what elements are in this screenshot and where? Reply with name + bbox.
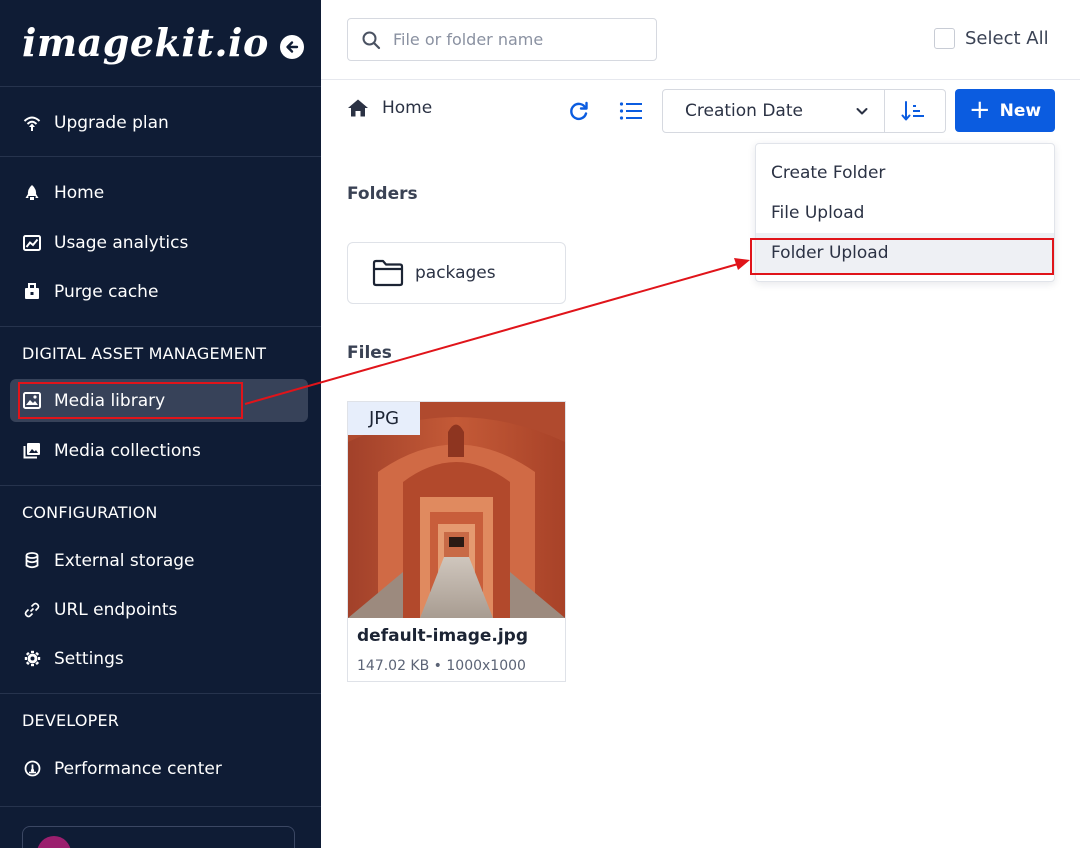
file-name: default-image.jpg xyxy=(357,626,529,646)
sidebar: imagekit.io Upgrade plan Home Usage anal… xyxy=(0,0,321,848)
sidebar-item-label: Home xyxy=(54,182,105,203)
annotation-highlight-folder-upload xyxy=(750,238,1054,275)
sidebar-item-label: Usage analytics xyxy=(54,232,189,253)
sidebar-item-label: Media collections xyxy=(54,440,201,461)
list-view-button[interactable] xyxy=(619,99,643,123)
database-icon xyxy=(23,552,41,570)
sidebar-item-url-endpoints[interactable]: URL endpoints xyxy=(10,588,308,631)
gear-icon xyxy=(23,650,41,668)
sidebar-item-usage-analytics[interactable]: Usage analytics xyxy=(10,221,308,264)
sidebar-item-external-storage[interactable]: External storage xyxy=(10,539,308,582)
breadcrumb-home[interactable]: Home xyxy=(382,98,432,118)
sort-by-select[interactable]: Creation Date xyxy=(662,89,885,133)
new-button-label: New xyxy=(999,100,1042,121)
link-icon xyxy=(23,601,41,619)
sidebar-item-settings[interactable]: Settings xyxy=(10,637,308,680)
divider xyxy=(0,806,321,807)
wifi-upgrade-icon xyxy=(23,114,41,132)
performance-gauge-icon xyxy=(23,760,41,778)
imagekit-logo[interactable]: imagekit.io xyxy=(22,20,269,65)
sort-by-value: Creation Date xyxy=(685,101,803,121)
annotation-highlight-media-library xyxy=(18,382,243,419)
file-type-badge: JPG xyxy=(348,402,420,435)
menu-item-create-folder[interactable]: Create Folder xyxy=(756,153,1054,193)
sidebar-item-label: Performance center xyxy=(54,758,222,779)
breadcrumb: Home xyxy=(347,98,432,118)
sidebar-item-label: Purge cache xyxy=(54,281,159,302)
folder-icon xyxy=(372,259,404,287)
section-title-developer: DEVELOPER xyxy=(22,711,120,730)
rocket-icon xyxy=(23,184,41,202)
sidebar-item-label: Settings xyxy=(54,648,124,669)
section-title-configuration: CONFIGURATION xyxy=(22,503,158,522)
home-icon xyxy=(348,99,368,117)
search-input[interactable] xyxy=(393,30,633,49)
folder-name: packages xyxy=(415,263,496,283)
chevron-down-icon xyxy=(856,108,868,115)
folders-heading: Folders xyxy=(347,184,418,204)
list-icon xyxy=(619,102,642,120)
collapse-sidebar-button[interactable] xyxy=(280,35,304,59)
divider xyxy=(0,485,321,486)
divider xyxy=(0,86,321,87)
menu-item-file-upload[interactable]: File Upload xyxy=(756,193,1054,233)
sidebar-item-upgrade-plan[interactable]: Upgrade plan xyxy=(10,101,308,144)
sidebar-item-label: Upgrade plan xyxy=(54,112,169,133)
main-content: Select All Home Creation Date + New Crea… xyxy=(321,0,1080,848)
purge-cache-icon xyxy=(23,283,41,301)
select-all-label: Select All xyxy=(965,28,1049,49)
select-all-checkbox[interactable] xyxy=(934,28,955,49)
analytics-chart-icon xyxy=(23,234,41,252)
sort-descending-icon xyxy=(901,101,924,121)
section-title-dam: DIGITAL ASSET MANAGEMENT xyxy=(22,344,267,363)
sort-order-button[interactable] xyxy=(883,89,946,133)
sidebar-item-label: External storage xyxy=(54,550,195,571)
sidebar-item-media-collections[interactable]: Media collections xyxy=(10,429,308,472)
divider xyxy=(0,693,321,694)
plus-icon: + xyxy=(968,94,991,125)
sidebar-item-label: URL endpoints xyxy=(54,599,178,620)
search-box[interactable] xyxy=(347,18,657,61)
new-button[interactable]: + New xyxy=(955,89,1055,132)
top-bar: Select All xyxy=(321,0,1080,80)
sidebar-item-performance-center[interactable]: Performance center xyxy=(10,747,308,790)
file-card[interactable]: JPG default-image.jpg 147.02 KB • 1000x1… xyxy=(347,401,566,682)
files-heading: Files xyxy=(347,343,392,363)
divider xyxy=(0,326,321,327)
user-account-menu[interactable] xyxy=(22,826,295,848)
folder-card[interactable]: packages xyxy=(347,242,566,304)
file-meta: 147.02 KB • 1000x1000 xyxy=(357,658,526,674)
arrow-left-icon xyxy=(286,41,299,53)
search-icon xyxy=(362,31,381,49)
sidebar-item-home[interactable]: Home xyxy=(10,171,308,214)
divider xyxy=(0,156,321,157)
select-all-control[interactable]: Select All xyxy=(934,28,1049,49)
media-collections-icon xyxy=(23,442,41,460)
refresh-button[interactable] xyxy=(567,99,591,123)
sidebar-item-purge-cache[interactable]: Purge cache xyxy=(10,270,308,313)
avatar xyxy=(37,836,71,848)
refresh-icon xyxy=(570,101,588,121)
